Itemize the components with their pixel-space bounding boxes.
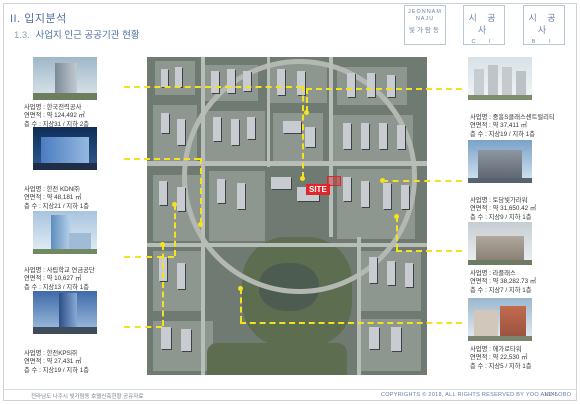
building-area: 연면적 : 약 31,650.42 ㎡: [470, 205, 537, 213]
naju-logo: JEONNAM NAJU 빛가람동: [404, 5, 446, 45]
section-title: II. 입지분석: [10, 13, 67, 25]
connector-line: [382, 180, 462, 182]
connector-dot: [172, 202, 177, 207]
connector-dot: [300, 176, 305, 181]
building-floors: 층 수 : 지상5 / 지하 1층: [470, 362, 532, 370]
building-info-egaro: 사업명 : 에가로타워 연면적 : 약 22,530 ㎡ 층 수 : 지상5 /…: [470, 346, 532, 371]
logo2-sub: C I: [471, 39, 497, 45]
footer-project: 전라남도 나주시 빛가람동 호텔신축현황 공유자료: [31, 394, 144, 400]
connector-line: [396, 216, 398, 250]
building-area: 연면적 : 약 38,282.73 ㎡: [470, 278, 537, 286]
building-info-kdn: 사업명 : 한전 KDN㈜ 연면적 : 약 48,181 ㎡ 층 수 : 지상2…: [24, 186, 89, 211]
building-info-kepco: 사업명 : 한국전력공사 연면적 : 약 124,492 ㎡ 층 수 : 지상3…: [24, 104, 89, 129]
connector-line: [306, 88, 308, 112]
contractor-ci-logo: 시 공 사 C I: [463, 5, 505, 45]
building-floors: 층 수 : 지상19 / 지하 1층: [470, 130, 536, 138]
connector-dot: [394, 214, 399, 219]
building-info-kps: 사업명 : 한전KPS㈜ 연면적 : 약 27,431 ㎡ 층 수 : 지상19…: [24, 350, 89, 375]
jungheung-photo: [468, 57, 532, 100]
teachers-pension-photo: [33, 211, 97, 254]
building-floors: 층 수 : 지상19 / 지하 1층: [24, 366, 90, 374]
connector-line: [162, 244, 164, 326]
connector-dot: [380, 178, 385, 183]
contractor-bi-logo: 시 공 사 B I: [523, 5, 565, 45]
connector-line: [240, 288, 242, 322]
kdn-photo: [33, 127, 97, 170]
building-area: 연면적 : 약 48,181 ㎡: [24, 194, 82, 202]
todam-photo: [468, 140, 532, 183]
building-floors: 층 수 : 지상9 / 지하 1층: [470, 213, 532, 221]
building-floors: 층 수 : 지상13 / 지하 1층: [24, 283, 90, 291]
page-number: 18/45: [544, 392, 558, 398]
laplace-photo: [468, 222, 532, 265]
connector-line: [124, 86, 302, 88]
building-area: 연면적 : 약 10,627 ㎡: [24, 275, 82, 283]
connector-line: [200, 158, 202, 224]
egaro-photo: [468, 298, 532, 341]
connector-dot: [160, 242, 165, 247]
building-floors: 층 수 : 지상21 / 지하 1층: [24, 202, 90, 210]
building-area: 연면적 : 약 37,411 ㎡: [470, 122, 528, 130]
footer: 전라남도 나주시 빛가람동 호텔신축현황 공유자료 COPYRIGHTS © 2…: [3, 389, 577, 401]
sub-title-text: 사업지 인근 공공기관 현황: [35, 30, 140, 41]
connector-line: [240, 322, 462, 324]
building-info-teachers-pension: 사업명 : 사립학교 연금공단 연면적 : 약 10,627 ㎡ 층 수 : 지…: [24, 267, 95, 292]
connector-line: [396, 250, 462, 252]
sub-title-number: 1.3.: [14, 30, 30, 41]
connector-line: [174, 204, 176, 256]
connector-dot: [304, 110, 309, 115]
footer-copyright: COPYRIGHTS © 2018, ALL RIGHTS RESERVED B…: [381, 392, 572, 398]
logo-line-2: NAJU: [415, 16, 435, 22]
logo-korean: 빛가람동: [409, 27, 441, 34]
building-floors: 층 수 : 지상31 / 지하 2층: [24, 120, 90, 128]
kps-photo: [33, 291, 97, 334]
kepco-photo: [33, 57, 97, 100]
building-area: 연면적 : 약 22,530 ㎡: [470, 354, 528, 362]
connector-dot: [238, 286, 243, 291]
aerial-map: [147, 57, 427, 375]
connector-line: [124, 256, 174, 258]
logo3-title: 시 공 사: [528, 13, 560, 35]
building-floors: 층 수 : 지상7 / 지하 1층: [470, 286, 532, 294]
logo-line-1: JEONNAM: [408, 9, 442, 15]
building-info-jungheung: 사업명 : 중흥S클래스센트럴리티 연면적 : 약 37,411 ㎡ 층 수 :…: [470, 114, 555, 139]
building-info-laplace: 사업명 : 라플래스 연면적 : 약 38,282.73 ㎡ 층 수 : 지상7…: [470, 270, 536, 295]
logo2-title: 시 공 사: [468, 13, 500, 35]
building-info-todam: 사업명 : 토담빛가라워 연면적 : 약 31,650.42 ㎡ 층 수 : 지…: [470, 197, 536, 222]
connector-line: [124, 158, 200, 160]
connector-dot: [198, 222, 203, 227]
building-area: 연면적 : 약 124,492 ㎡: [24, 112, 85, 120]
sub-title: 1.3. 사업지 인근 공공기관 현황: [14, 27, 140, 41]
site-label: SITE: [306, 184, 330, 195]
building-area: 연면적 : 약 27,431 ㎡: [24, 358, 82, 366]
connector-line: [306, 88, 462, 90]
logo3-sub: B I: [531, 39, 557, 45]
connector-line: [124, 326, 162, 328]
connector-line: [302, 86, 304, 178]
